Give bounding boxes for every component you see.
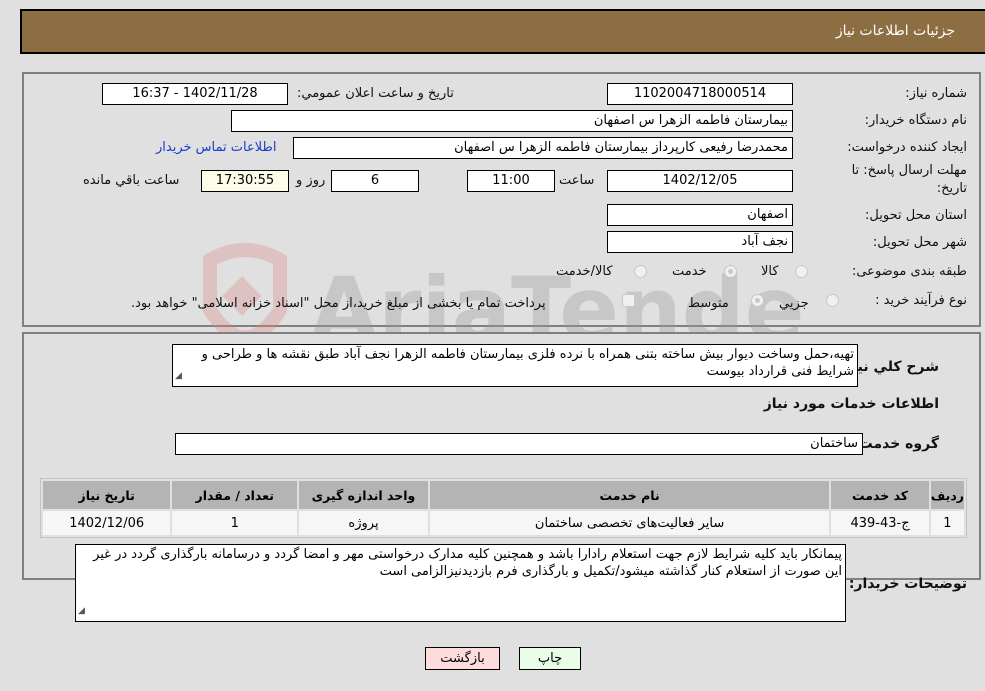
category-service-radio[interactable]: [724, 265, 737, 278]
service-group-field: ساختمان: [175, 433, 863, 455]
deadline-date-field: 1402/12/05: [607, 170, 793, 192]
cell-need-date: 1402/12/06: [43, 511, 171, 535]
buyer-notes-text: پیمانکار باید کلیه شرایط لازم جهت استعلا…: [93, 547, 842, 579]
deadline-time-field: 11:00: [467, 170, 555, 192]
print-button[interactable]: چاپ: [519, 647, 581, 670]
treasury-checkbox[interactable]: [622, 294, 635, 307]
purchase-minor-label: جزیي: [779, 296, 809, 311]
category-goods-service-label: کالا/خدمت: [556, 264, 613, 279]
city-label: شهر محل تحویل:: [872, 235, 967, 250]
province-label: استان محل تحویل:: [865, 208, 967, 223]
description-text: تهیه،حمل وساخت دیوار بیش ساخته بتنی همرا…: [201, 347, 854, 379]
category-goods-service-radio[interactable]: [634, 265, 647, 278]
city-field: نجف آباد: [607, 231, 793, 253]
category-service-label: خدمت: [672, 264, 707, 279]
buyer-notes-label: توضیحات خریدار:: [848, 576, 967, 592]
page-header: جزئیات اطلاعات نیاز: [20, 9, 985, 54]
cell-quantity: 1: [172, 511, 298, 535]
cell-service-code: ج-43-439: [831, 511, 929, 535]
description-textarea[interactable]: تهیه،حمل وساخت دیوار بیش ساخته بتنی همرا…: [172, 344, 858, 387]
requester-label: ایجاد کننده درخواست:: [847, 140, 967, 155]
category-goods-radio[interactable]: [795, 265, 808, 278]
days-remaining-field: 6: [331, 170, 419, 192]
service-group-label: گروه خدمت:: [853, 436, 939, 452]
buyer-contact-link[interactable]: اطلاعات تماس خریدار: [156, 140, 276, 155]
time-remaining-field: 17:30:55: [201, 170, 289, 192]
announce-datetime-label: تاریخ و ساعت اعلان عمومي:: [297, 86, 454, 101]
time-remaining-label: ساعت باقي مانده: [83, 173, 180, 188]
resize-grip-icon[interactable]: ◢: [78, 603, 85, 620]
services-table: ردیف کد خدمت نام خدمت واحد اندازه گیری ت…: [40, 478, 967, 538]
purchase-medium-label: متوسط: [688, 296, 729, 311]
days-label: روز و: [296, 173, 326, 188]
services-section-title: اطلاعات خدمات مورد نیاز: [763, 396, 939, 412]
page-title: جزئیات اطلاعات نیاز: [835, 23, 955, 39]
cell-unit: پروژه: [299, 511, 428, 535]
back-button[interactable]: بازگشت: [425, 647, 500, 670]
col-header-quantity: تعداد / مقدار: [172, 481, 298, 509]
cell-row-number: 1: [930, 511, 964, 535]
table-header-row: ردیف کد خدمت نام خدمت واحد اندازه گیری ت…: [43, 481, 964, 509]
buyer-notes-textarea[interactable]: پیمانکار باید کلیه شرایط لازم جهت استعلا…: [75, 544, 846, 622]
province-field: اصفهان: [607, 204, 793, 226]
treasury-checkbox-label: پرداخت تمام یا بخشی از مبلغ خرید،از محل …: [131, 296, 546, 311]
purchase-type-label: نوع فرآیند خرید :: [875, 293, 967, 308]
purchase-medium-radio[interactable]: [751, 294, 764, 307]
col-header-unit: واحد اندازه گیری: [299, 481, 428, 509]
col-header-need-date: تاریخ نیاز: [43, 481, 171, 509]
category-label: طبقه بندی موضوعی:: [851, 264, 967, 279]
category-goods-label: کالا: [761, 264, 779, 279]
col-header-service-name: نام خدمت: [429, 481, 830, 509]
deadline-label-line2: تاریخ:: [936, 181, 967, 196]
requester-field: محمدرضا رفیعی کارپرداز بیمارستان فاطمه ا…: [293, 137, 793, 159]
col-header-row-number: ردیف: [930, 481, 964, 509]
resize-grip-icon[interactable]: ◢: [175, 368, 182, 385]
table-row: 1 ج-43-439 سایر فعالیت‌های تخصصی ساختمان…: [43, 511, 964, 535]
need-number-field: 1102004718000514: [607, 83, 793, 105]
buyer-org-field: بیمارستان فاطمه الزهرا س اصفهان: [231, 110, 793, 132]
need-number-label: شماره نیاز:: [905, 86, 967, 101]
buyer-org-label: نام دستگاه خریدار:: [864, 113, 967, 128]
purchase-minor-radio[interactable]: [826, 294, 839, 307]
deadline-time-label: ساعت: [559, 173, 595, 188]
col-header-service-code: کد خدمت: [831, 481, 929, 509]
cell-service-name: سایر فعالیت‌های تخصصی ساختمان: [429, 511, 830, 535]
deadline-label-line1: مهلت ارسال پاسخ: تا: [851, 163, 967, 178]
announce-datetime-field: 1402/11/28 - 16:37: [102, 83, 288, 105]
